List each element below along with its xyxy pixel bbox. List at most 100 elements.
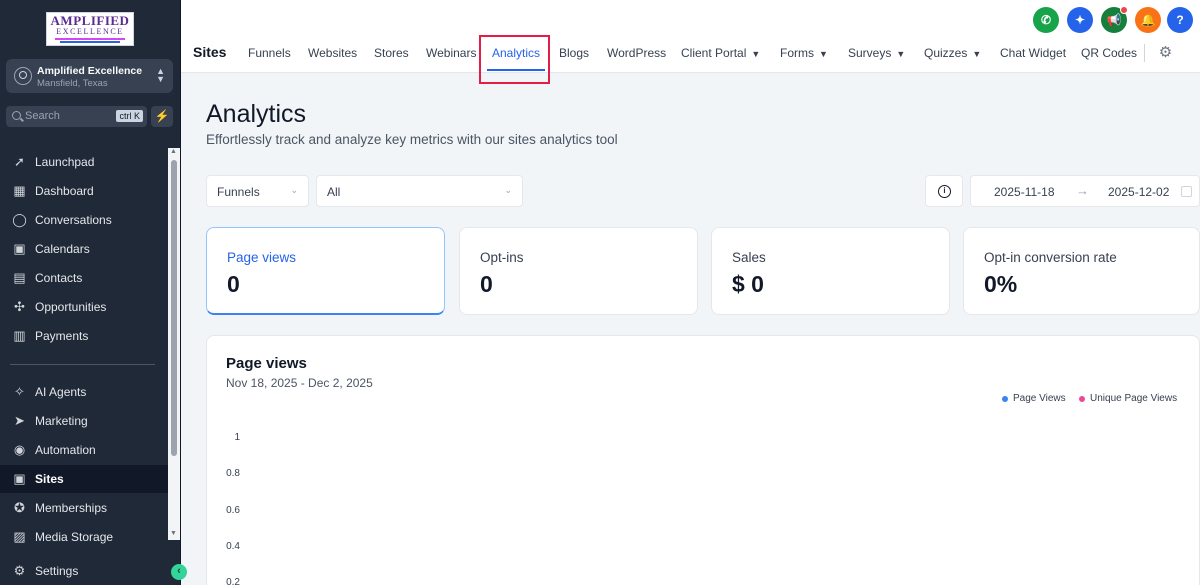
sidebar-item-opportunities[interactable]: ✣ Opportunities xyxy=(0,293,168,321)
sidebar-item-label: Payments xyxy=(35,329,89,343)
scroll-up-arrow-icon[interactable]: ▲ xyxy=(170,148,177,155)
search-shortcut: ctrl K xyxy=(116,110,143,122)
sidebar-item-media-storage[interactable]: ▨ Media Storage xyxy=(0,523,168,551)
metric-value: 0 xyxy=(227,271,240,297)
sidebar-item-dashboard[interactable]: ▦ Dashboard xyxy=(0,177,168,205)
sidebar-item-label: Conversations xyxy=(35,213,112,227)
chevron-down-icon: ▼ xyxy=(896,49,906,59)
magic-wand-icon[interactable]: ✦ xyxy=(1067,7,1093,33)
rocket-icon: ➚ xyxy=(14,154,25,169)
tab-webinars[interactable]: Webinars xyxy=(426,46,476,60)
sidebar-item-label: Calendars xyxy=(35,242,90,256)
payments-icon: ▥ xyxy=(13,328,26,343)
y-axis-tick: 0.8 xyxy=(226,468,240,479)
item-select[interactable]: All ⌄ xyxy=(316,175,523,207)
send-icon: ➤ xyxy=(14,413,25,428)
account-switcher[interactable]: Amplified Excellence Mansfield, Texas ▲ ▼ xyxy=(6,59,173,93)
opportunities-icon: ✣ xyxy=(14,299,25,314)
metric-card-opt-in-conversion-rate[interactable]: Opt-in conversion rate 0% xyxy=(963,227,1200,315)
scroll-down-arrow-icon[interactable]: ▼ xyxy=(170,530,177,537)
sidebar-item-label: Contacts xyxy=(35,271,83,285)
tab-label: Quizzes xyxy=(924,46,968,60)
tab-label: Forms xyxy=(780,46,814,60)
account-icon xyxy=(14,67,32,85)
tab-label: Client Portal xyxy=(681,46,747,60)
sidebar-item-marketing[interactable]: ➤ Marketing xyxy=(0,407,168,435)
notification-dot xyxy=(1120,6,1128,14)
logo-stripe xyxy=(55,38,125,40)
chevron-down-icon: ▼ xyxy=(972,49,982,59)
legend-label: Page Views xyxy=(1013,393,1066,404)
tab-blogs[interactable]: Blogs xyxy=(559,46,589,60)
tab-funnels[interactable]: Funnels xyxy=(248,46,291,60)
analytics-tab-highlight xyxy=(479,35,550,84)
sidebar-item-memberships[interactable]: ✪ Memberships xyxy=(0,494,168,522)
y-axis-tick: 0.2 xyxy=(226,577,240,585)
tab-forms[interactable]: Forms ▼ xyxy=(780,46,828,60)
y-axis-tick: 0.6 xyxy=(226,505,240,516)
chevron-down-icon: ⌄ xyxy=(504,185,512,195)
date-start: 2025-11-18 xyxy=(994,185,1055,199)
tab-qr-codes[interactable]: QR Codes xyxy=(1081,46,1137,60)
date-range-picker[interactable]: 2025-11-18 → 2025-12-02 xyxy=(970,175,1200,207)
metric-label: Opt-ins xyxy=(480,250,524,265)
metric-value: $ 0 xyxy=(732,271,764,297)
phone-icon[interactable]: ✆ xyxy=(1033,7,1059,33)
sidebar-item-payments[interactable]: ▥ Payments xyxy=(0,322,168,350)
tab-websites[interactable]: Websites xyxy=(308,46,357,60)
tab-client-portal[interactable]: Client Portal ▼ xyxy=(681,46,760,60)
sidebar-scrollbar-thumb[interactable] xyxy=(171,160,177,456)
help-icon[interactable]: ? xyxy=(1167,7,1193,33)
calendar-icon: ▣ xyxy=(13,241,26,256)
sidebar-item-conversations[interactable]: ◯ Conversations xyxy=(0,206,168,234)
select-value: Funnels xyxy=(217,185,260,199)
media-icon: ▨ xyxy=(13,529,26,544)
sidebar-item-contacts[interactable]: ▤ Contacts xyxy=(0,264,168,292)
legend-item-page-views[interactable]: Page Views xyxy=(1002,393,1066,404)
sidebar-item-sites[interactable]: ▣ Sites xyxy=(0,465,168,493)
sidebar-divider xyxy=(10,364,155,365)
bell-icon[interactable]: 🔔 xyxy=(1135,7,1161,33)
tab-surveys[interactable]: Surveys ▼ xyxy=(848,46,905,60)
arrow-right-icon: → xyxy=(1076,183,1089,198)
contacts-icon: ▤ xyxy=(13,270,26,285)
quick-action-bolt-icon[interactable]: ⚡ xyxy=(151,106,173,127)
chevron-down-icon: ⌄ xyxy=(290,185,298,195)
metric-label: Page views xyxy=(227,250,297,265)
logo-line2: EXCELLENCE xyxy=(56,27,124,36)
sidebar-item-calendars[interactable]: ▣ Calendars xyxy=(0,235,168,263)
page-subtitle: Effortlessly track and analyze key metri… xyxy=(206,132,618,147)
sidebar-search[interactable]: Search ctrl K xyxy=(6,106,147,127)
search-icon xyxy=(12,111,21,120)
metric-card-opt-ins[interactable]: Opt-ins 0 xyxy=(459,227,698,315)
page-title: Analytics xyxy=(206,100,307,128)
company-logo[interactable]: AMPLIFIED EXCELLENCE xyxy=(46,12,134,46)
sidebar-item-label: Opportunities xyxy=(35,300,107,314)
metric-card-sales[interactable]: Sales $ 0 xyxy=(711,227,950,315)
sidebar-item-settings[interactable]: ⚙ Settings xyxy=(0,557,168,585)
sidebar-item-ai-agents[interactable]: ✧ AI Agents xyxy=(0,378,168,406)
calendar-icon xyxy=(1181,186,1192,197)
gear-icon[interactable]: ⚙ xyxy=(1157,44,1174,61)
tab-quizzes[interactable]: Quizzes ▼ xyxy=(924,46,981,60)
sidebar-item-automation[interactable]: ◉ Automation xyxy=(0,436,168,464)
tab-chat-widget[interactable]: Chat Widget xyxy=(1000,46,1066,60)
metric-label: Sales xyxy=(732,250,766,265)
sidebar-item-launchpad[interactable]: ➚ Launchpad xyxy=(0,148,168,176)
tab-stores[interactable]: Stores xyxy=(374,46,409,60)
metric-card-page-views[interactable]: Page views 0 xyxy=(206,227,445,315)
legend-item-unique-page-views[interactable]: Unique Page Views xyxy=(1079,393,1177,404)
search-placeholder: Search xyxy=(25,110,60,122)
chevron-updown-icon: ▲ ▼ xyxy=(156,66,165,84)
tab-divider xyxy=(1144,44,1145,62)
legend-label: Unique Page Views xyxy=(1090,393,1178,404)
y-axis-tick: 0.4 xyxy=(226,541,240,552)
tab-wordpress[interactable]: WordPress xyxy=(607,46,666,60)
type-select[interactable]: Funnels ⌄ xyxy=(206,175,309,207)
sidebar-item-label: Automation xyxy=(35,443,96,457)
collapse-sidebar-icon[interactable]: ‹ xyxy=(171,564,187,580)
chevron-down-icon: ▼ xyxy=(819,49,828,59)
grid-icon: ▦ xyxy=(13,183,26,198)
badge-icon: ✪ xyxy=(14,500,25,515)
info-button[interactable]: i xyxy=(925,175,963,207)
